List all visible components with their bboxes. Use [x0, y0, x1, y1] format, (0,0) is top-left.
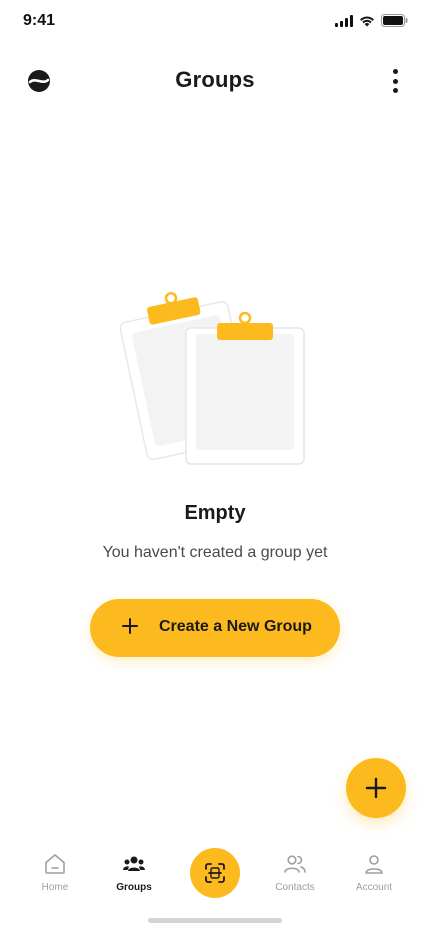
groups-icon — [122, 852, 146, 876]
home-icon — [43, 852, 67, 876]
battery-icon — [381, 14, 408, 27]
home-indicator[interactable] — [148, 918, 282, 923]
status-time: 9:41 — [23, 12, 56, 29]
nav-item-home[interactable]: Home — [15, 852, 95, 893]
nav-item-contacts[interactable]: Contacts — [255, 852, 335, 893]
empty-state-title: Empty — [184, 502, 246, 524]
scan-button[interactable] — [190, 848, 240, 898]
status-bar: 9:41 — [0, 0, 430, 44]
plus-icon — [122, 618, 138, 634]
page-title: Groups — [175, 67, 255, 92]
status-icons — [335, 14, 408, 27]
signal-icon — [335, 14, 353, 27]
nav-item-account[interactable]: Account — [334, 852, 414, 893]
nav-label-home: Home — [41, 882, 69, 893]
more-options-button[interactable] — [388, 66, 402, 96]
more-vertical-icon — [392, 69, 398, 74]
nav-label-account: Account — [355, 882, 393, 893]
scan-icon — [205, 863, 225, 883]
app-header: Groups — [0, 56, 430, 106]
plus-icon — [365, 777, 387, 799]
empty-state-message: You haven't created a group yet — [102, 544, 328, 561]
floating-add-button[interactable] — [346, 758, 406, 818]
clipboards-icon — [120, 291, 305, 465]
wifi-icon — [360, 16, 374, 26]
create-group-label: Create a New Group — [159, 618, 312, 635]
bottom-navigation: Home Groups Contacts Account — [0, 840, 430, 910]
create-group-button[interactable]: Create a New Group — [90, 599, 340, 657]
nav-label-contacts: Contacts — [275, 882, 315, 893]
contacts-icon — [283, 852, 307, 876]
account-icon — [362, 852, 386, 876]
nav-label-groups: Groups — [116, 882, 152, 893]
nav-item-groups[interactable]: Groups — [94, 852, 174, 893]
